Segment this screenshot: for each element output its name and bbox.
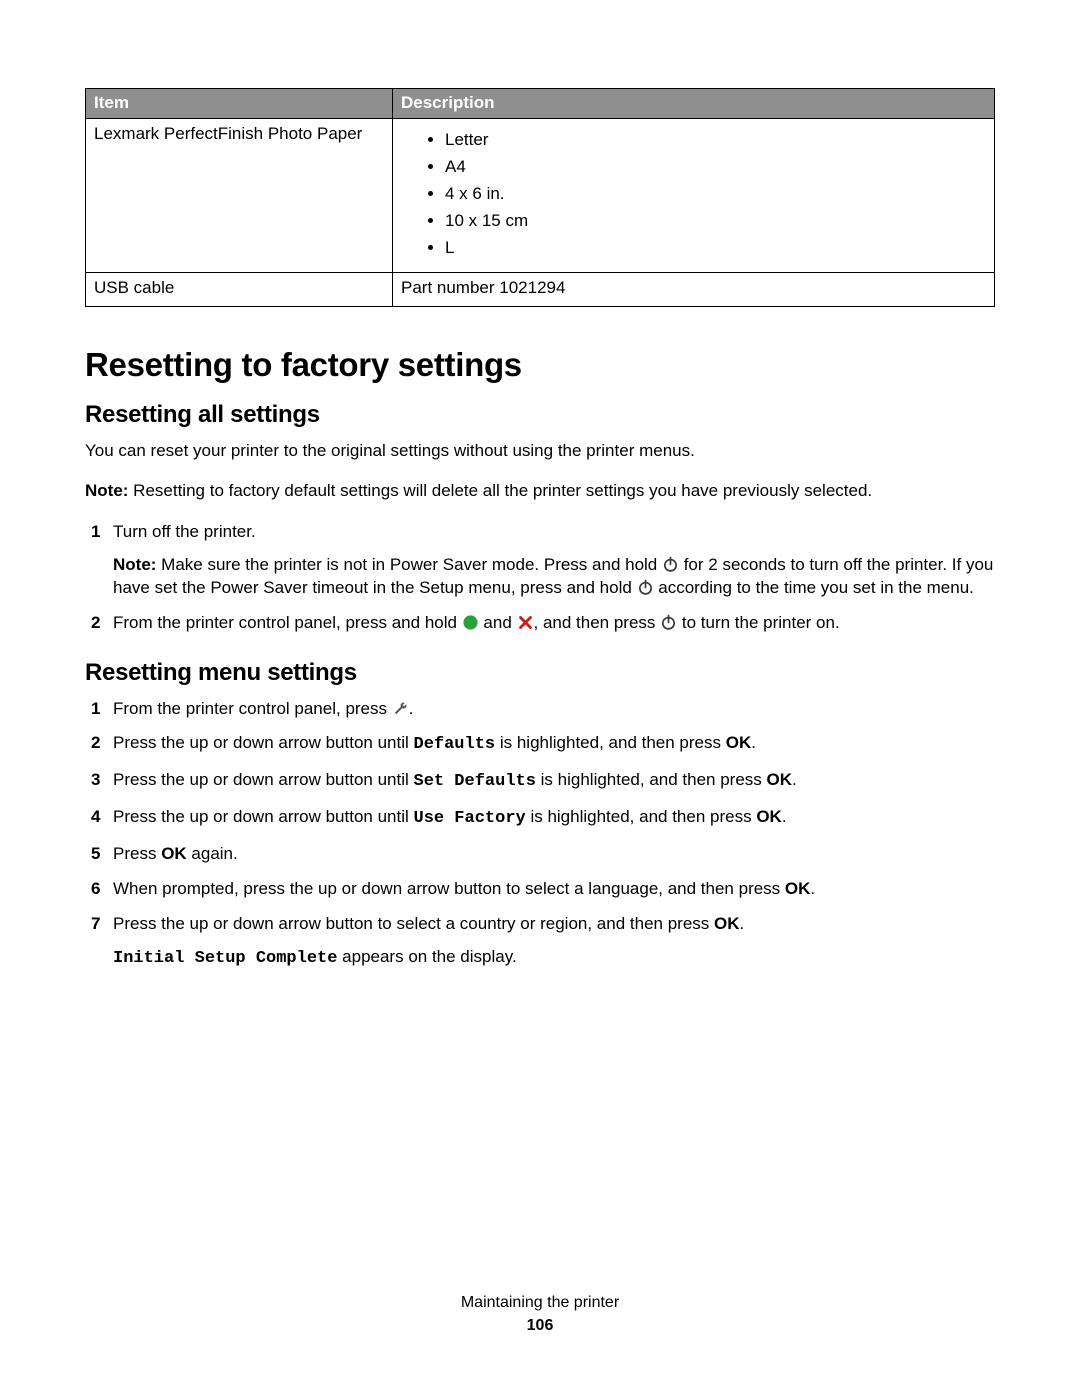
step-text: . bbox=[792, 770, 797, 789]
ok-label: OK bbox=[726, 733, 752, 752]
step-text: . bbox=[409, 699, 414, 718]
step-text: Press the up or down arrow button until bbox=[113, 733, 414, 752]
step-result: Initial Setup Complete appears on the di… bbox=[113, 946, 995, 971]
item-cell: USB cable bbox=[86, 272, 393, 306]
step-text: appears on the display. bbox=[337, 947, 516, 966]
step-item: Press the up or down arrow button until … bbox=[85, 769, 995, 794]
step-text: is highlighted, and then press bbox=[526, 807, 757, 826]
table-row: USB cable Part number 1021294 bbox=[86, 272, 995, 306]
list-item: A4 bbox=[445, 154, 986, 181]
step-text: to turn the printer on. bbox=[677, 613, 840, 632]
col-description: Description bbox=[393, 89, 995, 119]
table-header-row: Item Description bbox=[86, 89, 995, 119]
steps-menu: From the printer control panel, press . … bbox=[85, 698, 995, 972]
paragraph: You can reset your printer to the origin… bbox=[85, 440, 995, 463]
code-text: Use Factory bbox=[414, 809, 526, 828]
code-text: Initial Setup Complete bbox=[113, 949, 337, 968]
cancel-icon bbox=[517, 614, 534, 631]
ok-label: OK bbox=[785, 879, 811, 898]
note-paragraph: Note: Resetting to factory default setti… bbox=[85, 480, 995, 503]
heading-2-menu: Resetting menu settings bbox=[85, 657, 995, 689]
footer-section: Maintaining the printer bbox=[0, 1292, 1080, 1314]
step-text: From the printer control panel, press bbox=[113, 699, 392, 718]
step-item: Press the up or down arrow button until … bbox=[85, 732, 995, 757]
step-text: . bbox=[740, 914, 745, 933]
note-label: Note: bbox=[113, 555, 156, 574]
code-text: Set Defaults bbox=[414, 772, 536, 791]
power-icon bbox=[637, 579, 654, 596]
step-text: Press the up or down arrow button until bbox=[113, 770, 414, 789]
page-footer: Maintaining the printer 106 bbox=[0, 1292, 1080, 1337]
document-page: Item Description Lexmark PerfectFinish P… bbox=[0, 0, 1080, 1397]
step-text: Turn off the printer. bbox=[113, 522, 256, 541]
description-cell: Letter A4 4 x 6 in. 10 x 15 cm L bbox=[393, 118, 995, 272]
step-item: From the printer control panel, press . bbox=[85, 698, 995, 721]
step-item: Press OK again. bbox=[85, 843, 995, 866]
step-item: From the printer control panel, press an… bbox=[85, 612, 995, 635]
step-text: Press bbox=[113, 844, 161, 863]
note-text: Make sure the printer is not in Power Sa… bbox=[156, 555, 662, 574]
step-text: From the printer control panel, press an… bbox=[113, 613, 462, 632]
note-text: Resetting to factory default settings wi… bbox=[128, 481, 872, 500]
list-item: 4 x 6 in. bbox=[445, 181, 986, 208]
col-item: Item bbox=[86, 89, 393, 119]
code-text: Defaults bbox=[414, 735, 496, 754]
table-row: Lexmark PerfectFinish Photo Paper Letter… bbox=[86, 118, 995, 272]
power-icon bbox=[662, 556, 679, 573]
spec-table: Item Description Lexmark PerfectFinish P… bbox=[85, 88, 995, 307]
ok-label: OK bbox=[767, 770, 793, 789]
step-item: Press the up or down arrow button until … bbox=[85, 806, 995, 831]
step-text: is highlighted, and then press bbox=[536, 770, 767, 789]
heading-2-all: Resetting all settings bbox=[85, 399, 995, 431]
step-text: again. bbox=[187, 844, 238, 863]
item-cell: Lexmark PerfectFinish Photo Paper bbox=[86, 118, 393, 272]
description-cell: Part number 1021294 bbox=[393, 272, 995, 306]
start-icon bbox=[462, 614, 479, 631]
step-text: and bbox=[479, 613, 517, 632]
step-note: Note: Make sure the printer is not in Po… bbox=[113, 554, 995, 600]
step-text: is highlighted, and then press bbox=[495, 733, 726, 752]
list-item: Letter bbox=[445, 127, 986, 154]
step-text: Press the up or down arrow button until bbox=[113, 807, 414, 826]
steps-all: Turn off the printer. Note: Make sure th… bbox=[85, 521, 995, 635]
note-text: according to the time you set in the men… bbox=[654, 578, 974, 597]
list-item: L bbox=[445, 235, 986, 262]
step-text: Press the up or down arrow button to sel… bbox=[113, 914, 714, 933]
step-text: . bbox=[810, 879, 815, 898]
step-text: . bbox=[751, 733, 756, 752]
ok-label: OK bbox=[161, 844, 187, 863]
step-text: . bbox=[782, 807, 787, 826]
step-item: Turn off the printer. Note: Make sure th… bbox=[85, 521, 995, 600]
note-label: Note: bbox=[85, 481, 128, 500]
page-number: 106 bbox=[0, 1315, 1080, 1337]
ok-label: OK bbox=[756, 807, 782, 826]
power-icon bbox=[660, 614, 677, 631]
ok-label: OK bbox=[714, 914, 740, 933]
step-item: Press the up or down arrow button to sel… bbox=[85, 913, 995, 971]
wrench-icon bbox=[392, 700, 409, 717]
step-text: When prompted, press the up or down arro… bbox=[113, 879, 785, 898]
heading-1: Resetting to factory settings bbox=[85, 343, 995, 388]
list-item: 10 x 15 cm bbox=[445, 208, 986, 235]
step-text: , and then press bbox=[534, 613, 661, 632]
size-list: Letter A4 4 x 6 in. 10 x 15 cm L bbox=[401, 127, 986, 262]
step-item: When prompted, press the up or down arro… bbox=[85, 878, 995, 901]
